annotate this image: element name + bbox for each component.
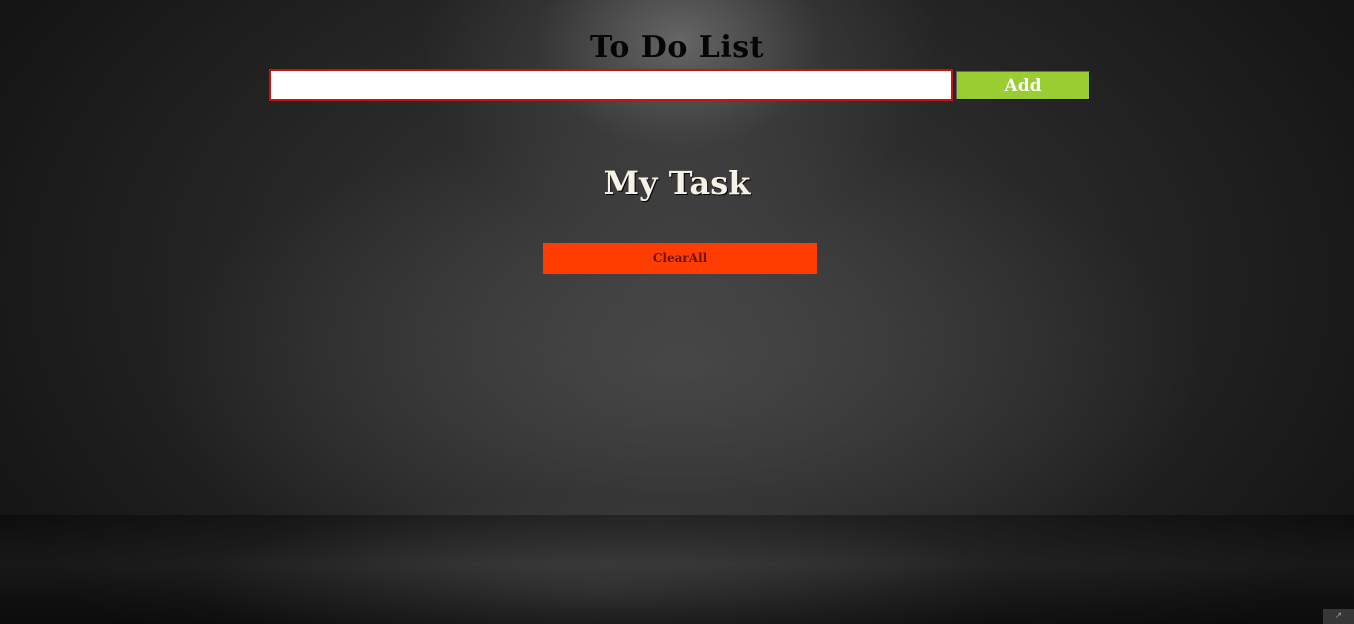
add-button[interactable]: Add [956, 71, 1090, 100]
background-floor [0, 515, 1354, 624]
arrow-icon[interactable]: ↗ [1323, 609, 1354, 624]
my-task-heading: My Task [603, 164, 751, 202]
clear-all-button[interactable]: ClearAll [543, 243, 817, 274]
task-input[interactable] [269, 69, 953, 101]
page-title: To Do List [589, 30, 765, 65]
